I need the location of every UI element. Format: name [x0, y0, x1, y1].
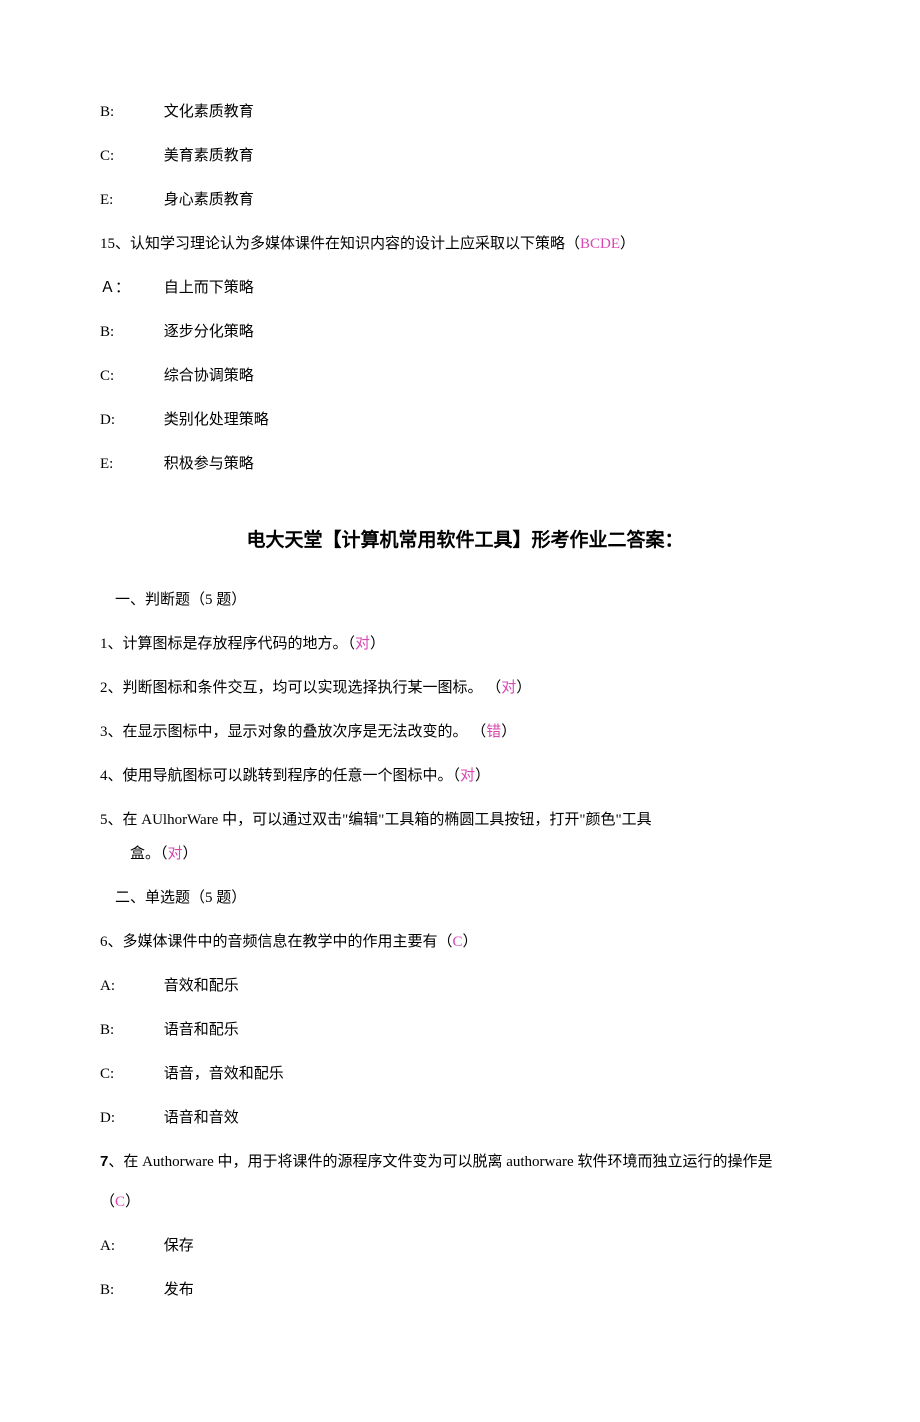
option-text: 语音和音效: [164, 1110, 239, 1126]
option-b: B: 发布: [100, 1278, 830, 1302]
question-cont: 盒。（: [130, 846, 168, 862]
option-label: C:: [100, 144, 160, 168]
option-e: E: 身心素质教育: [100, 188, 830, 212]
answer-text: C: [115, 1194, 125, 1210]
section-1-header: 一、判断题（5 题）: [100, 588, 830, 612]
question-suffix: ）: [475, 768, 490, 784]
option-text: 音效和配乐: [164, 978, 239, 994]
option-label: B:: [100, 320, 160, 344]
option-label: C:: [100, 1062, 160, 1086]
question-text: 5、在 AUlhorWare 中，可以通过双击"编辑"工具箱的椭圆工具按钮，打开…: [100, 812, 652, 828]
question-15: 15、认知学习理论认为多媒体课件在知识内容的设计上应采取以下策略（BCDE）: [100, 232, 830, 256]
option-label: A:: [100, 974, 160, 998]
question-suffix: ）: [183, 846, 198, 862]
option-e: E: 积极参与策略: [100, 452, 830, 476]
option-text: 文化素质教育: [164, 104, 254, 120]
answer-text: 对: [501, 680, 516, 696]
option-label: Ａ：: [100, 276, 160, 300]
option-b: B: 逐步分化策略: [100, 320, 830, 344]
question-suffix: ）: [516, 680, 531, 696]
option-text: 类别化处理策略: [164, 412, 269, 428]
option-label: B:: [100, 1278, 160, 1302]
paren-close: ）: [125, 1194, 140, 1210]
question-3: 3、在显示图标中，显示对象的叠放次序是无法改变的。 （错）: [100, 720, 830, 744]
question-suffix: ）: [501, 724, 516, 740]
question-4: 4、使用导航图标可以跳转到程序的任意一个图标中。（对）: [100, 764, 830, 788]
answer-text: 错: [486, 724, 501, 740]
option-c: C: 美育素质教育: [100, 144, 830, 168]
option-label: D:: [100, 408, 160, 432]
option-c: C: 语音，音效和配乐: [100, 1062, 830, 1086]
option-a: A: 保存: [100, 1234, 830, 1258]
question-text: 15、认知学习理论认为多媒体课件在知识内容的设计上应采取以下策略（: [100, 236, 580, 252]
question-suffix: ）: [370, 636, 385, 652]
question-text: 1、计算图标是存放程序代码的地方。（: [100, 636, 355, 652]
option-b: B: 语音和配乐: [100, 1018, 830, 1042]
option-text: 发布: [164, 1282, 194, 1298]
question-5: 5、在 AUlhorWare 中，可以通过双击"编辑"工具箱的椭圆工具按钮，打开…: [100, 808, 830, 832]
answer-text: C: [453, 934, 463, 950]
question-text: 、在 Authorware 中，用于将课件的源程序文件变为可以脱离 author…: [108, 1154, 772, 1170]
option-text: 保存: [164, 1238, 194, 1254]
option-text: 自上而下策略: [164, 280, 254, 296]
answer-text: BCDE: [580, 236, 620, 252]
option-d: D: 语音和音效: [100, 1106, 830, 1130]
section-2-header: 二、单选题（5 题）: [100, 886, 830, 910]
answer-text: 对: [168, 846, 183, 862]
option-text: 逐步分化策略: [164, 324, 254, 340]
question-6: 6、多媒体课件中的音频信息在教学中的作用主要有（C）: [100, 930, 830, 954]
paren-open: （: [100, 1194, 115, 1210]
answer-text: 对: [460, 768, 475, 784]
option-text: 综合协调策略: [164, 368, 254, 384]
option-label: B:: [100, 1018, 160, 1042]
option-text: 语音，音效和配乐: [164, 1066, 284, 1082]
question-suffix: ）: [463, 934, 478, 950]
option-a: Ａ： 自上而下策略: [100, 276, 830, 300]
question-7-answer: （C）: [100, 1190, 830, 1214]
question-text: 4、使用导航图标可以跳转到程序的任意一个图标中。（: [100, 768, 460, 784]
section-title: 电大天堂【计算机常用软件工具】形考作业二答案：: [100, 526, 830, 556]
option-a: A: 音效和配乐: [100, 974, 830, 998]
document-page: B: 文化素质教育 C: 美育素质教育 E: 身心素质教育 15、认知学习理论认…: [0, 0, 920, 1422]
option-b: B: 文化素质教育: [100, 100, 830, 124]
question-text: 6、多媒体课件中的音频信息在教学中的作用主要有（: [100, 934, 453, 950]
option-d: D: 类别化处理策略: [100, 408, 830, 432]
option-label: E:: [100, 452, 160, 476]
question-7: 7、在 Authorware 中，用于将课件的源程序文件变为可以脱离 autho…: [100, 1150, 830, 1174]
option-text: 积极参与策略: [164, 456, 254, 472]
option-text: 语音和配乐: [164, 1022, 239, 1038]
option-label: B:: [100, 100, 160, 124]
option-text: 美育素质教育: [164, 148, 254, 164]
option-label: C:: [100, 364, 160, 388]
option-label: D:: [100, 1106, 160, 1130]
question-text: 3、在显示图标中，显示对象的叠放次序是无法改变的。 （: [100, 724, 486, 740]
answer-text: 对: [355, 636, 370, 652]
option-c: C: 综合协调策略: [100, 364, 830, 388]
question-2: 2、判断图标和条件交互，均可以实现选择执行某一图标。 （对）: [100, 676, 830, 700]
option-label: A:: [100, 1234, 160, 1258]
question-text: 2、判断图标和条件交互，均可以实现选择执行某一图标。 （: [100, 680, 501, 696]
question-5-cont: 盒。（对）: [100, 842, 830, 866]
question-suffix: ）: [620, 236, 635, 252]
option-text: 身心素质教育: [164, 192, 254, 208]
option-label: E:: [100, 188, 160, 212]
question-1: 1、计算图标是存放程序代码的地方。（对）: [100, 632, 830, 656]
